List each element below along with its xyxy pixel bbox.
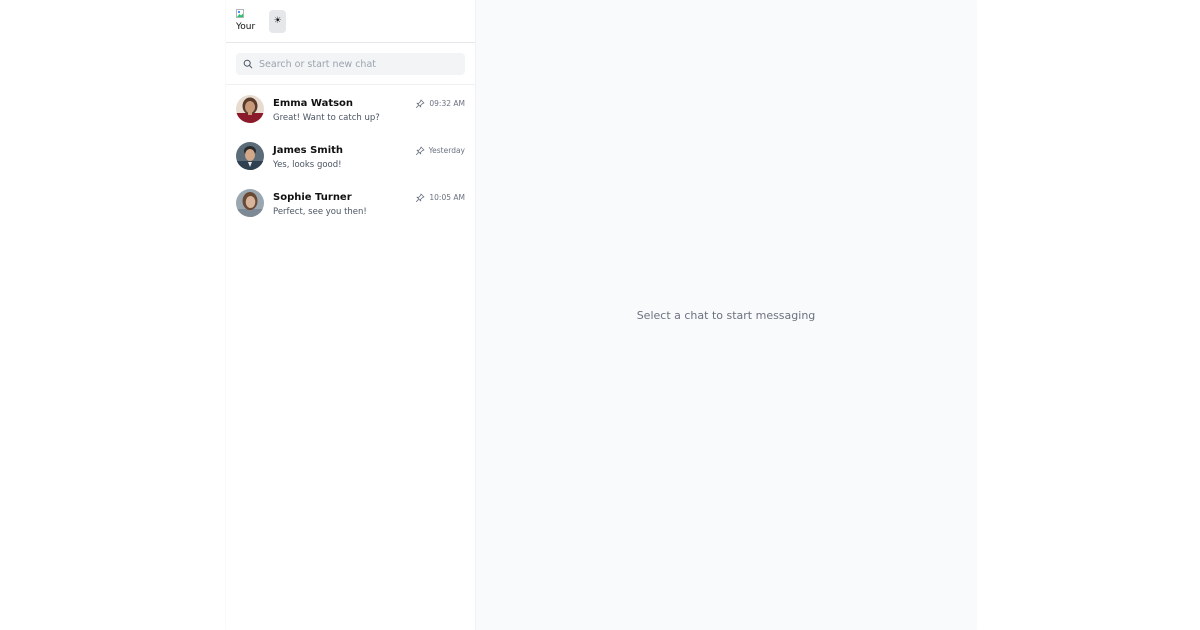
theme-toggle-button[interactable]: ☀ — [269, 9, 286, 33]
sidebar: Your ☀ Search or start new chat Emma Wat… — [226, 0, 476, 630]
chat-list: Emma Watson 09:32 AM Great! Want to catc… — [226, 85, 475, 234]
search-box[interactable] — [236, 53, 465, 75]
contact-name: James Smith — [273, 145, 344, 156]
chat-list-item[interactable]: Sophie Turner 10:05 AM Perfect, see you … — [226, 187, 475, 234]
profile-avatar[interactable]: Your — [236, 9, 258, 32]
conversation-panel: Select a chat to start messaging — [476, 0, 976, 630]
search-bar — [226, 43, 475, 85]
sidebar-header: Your ☀ — [226, 0, 475, 43]
profile-alt-text: Your — [236, 22, 256, 32]
last-message-preview: Yes, looks good! — [273, 160, 342, 170]
search-icon — [243, 59, 253, 69]
contact-name: Emma Watson — [273, 98, 354, 109]
chat-timestamp: Yesterday — [428, 146, 465, 155]
chat-app: Your ☀ Search or start new chat Emma Wat… — [226, 0, 976, 630]
chat-timestamp: 09:32 AM — [429, 99, 465, 108]
avatar — [236, 189, 264, 217]
avatar — [236, 95, 264, 123]
broken-image-icon — [236, 9, 244, 18]
search-input[interactable] — [259, 58, 459, 70]
pin-icon[interactable] — [415, 146, 425, 156]
chat-timestamp: 10:05 AM — [429, 193, 465, 202]
empty-state-message: Select a chat to start messaging — [636, 308, 816, 322]
sun-icon: ☀ — [273, 16, 282, 26]
avatar — [236, 142, 264, 170]
chat-list-item[interactable]: Emma Watson 09:32 AM Great! Want to catc… — [226, 93, 475, 140]
pin-icon[interactable] — [415, 193, 425, 203]
contact-name: Sophie Turner — [273, 192, 352, 203]
pin-icon[interactable] — [415, 99, 425, 109]
last-message-preview: Great! Want to catch up? — [273, 113, 380, 123]
last-message-preview: Perfect, see you then! — [273, 207, 367, 217]
chat-list-item[interactable]: James Smith Yesterday Yes, looks good! — [226, 140, 475, 187]
